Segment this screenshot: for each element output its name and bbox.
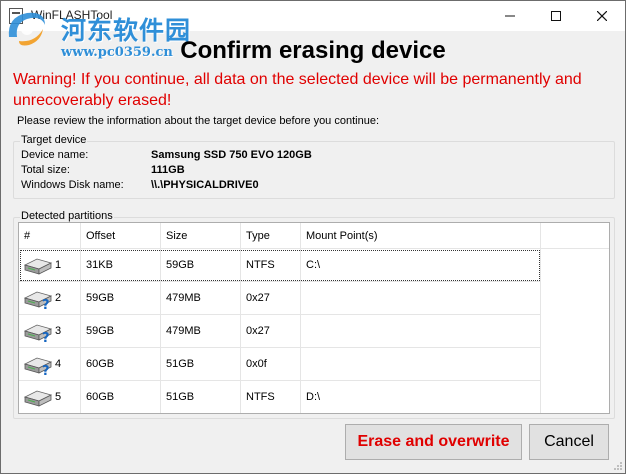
column-header-number[interactable]: # [19,223,81,248]
maximize-icon [551,11,561,21]
disk-name-value: \\.\PHYSICALDRIVE0 [151,179,259,191]
unknown-drive-icon: ? [23,357,53,376]
column-header-offset[interactable]: Offset [81,223,161,248]
device-name-value: Samsung SSD 750 EVO 120GB [151,149,312,161]
svg-text:?: ? [42,331,50,343]
partition-size: 479MB [161,282,241,315]
partition-size: 51GB [161,348,241,381]
column-header-mount-points[interactable]: Mount Point(s) [301,223,541,248]
hard-drive-icon [23,258,53,275]
partition-number-cell: 5 [19,381,81,413]
partition-offset: 60GB [81,381,161,413]
minimize-icon [505,15,515,17]
partition-mount-point: D:\ [301,381,541,413]
device-name-label: Device name: [21,149,89,161]
partition-offset: 59GB [81,282,161,315]
target-device-legend: Target device [20,134,88,146]
total-size-label: Total size: [21,164,70,176]
resize-grip-icon[interactable] [613,461,623,471]
erase-and-overwrite-button[interactable]: Erase and overwrite [345,424,522,460]
instruction-text: Please review the information about the … [17,115,380,127]
partition-offset: 60GB [81,348,161,381]
target-device-group: Target device Device name: Samsung SSD 7… [13,134,615,199]
partitions-list[interactable]: # Offset Size Type Mount Point(s) 1 31KB 5… [18,222,610,414]
partition-size: 59GB [161,249,241,282]
partition-number-cell: ? 3 [19,315,81,348]
cancel-button[interactable]: Cancel [529,424,609,460]
minimize-button[interactable] [487,1,533,31]
partition-row[interactable]: ? 2 59GB 479MB 0x27 [19,282,609,315]
column-header-size[interactable]: Size [161,223,241,248]
partition-number-cell: ? 2 [19,282,81,315]
maximize-button[interactable] [533,1,579,31]
partition-number-cell: ? 4 [19,348,81,381]
partition-offset: 59GB [81,315,161,348]
partitions-list-header: # Offset Size Type Mount Point(s) [19,223,609,249]
detected-partitions-legend: Detected partitions [20,210,114,222]
detected-partitions-group: Detected partitions # Offset Size Type M… [13,210,615,419]
title-bar[interactable]: WinFLASHTool 河东软件园 [1,1,625,46]
partition-mount-point: C:\ [301,249,541,282]
partition-number: 2 [55,292,62,304]
confirm-erase-window: WinFLASHTool 河东软件园 www.pc0359.cn Confirm… [0,0,626,474]
partition-mount-point [301,282,541,315]
column-header-type[interactable]: Type [241,223,301,248]
hard-drive-icon [23,390,53,407]
partition-row[interactable]: ? 4 60GB 51GB 0x0f [19,348,609,381]
partition-row[interactable]: ? 3 59GB 479MB 0x27 [19,315,609,348]
partition-size: 51GB [161,381,241,413]
disk-name-label: Windows Disk name: [21,179,124,191]
total-size-value: 111GB [151,164,185,176]
svg-text:?: ? [42,298,50,310]
partition-mount-point [301,315,541,348]
dialog-heading: Confirm erasing device [180,37,446,64]
warning-text: Warning! If you continue, all data on th… [13,71,582,109]
partition-type: 0x0f [241,348,301,381]
partition-offset: 31KB [81,249,161,282]
partition-size: 479MB [161,315,241,348]
partition-number: 4 [55,358,62,370]
unknown-drive-icon: ? [23,324,53,343]
partition-number-cell: 1 [19,249,81,282]
svg-text:?: ? [42,364,50,376]
partition-row[interactable]: 5 60GB 51GB NTFS D:\ [19,381,609,413]
partition-type: 0x27 [241,282,301,315]
close-icon [597,11,607,21]
partition-type: NTFS [241,249,301,282]
unknown-drive-icon: ? [23,291,53,310]
close-button[interactable] [579,1,625,31]
partition-number: 3 [55,325,62,337]
partition-number: 1 [55,259,62,271]
partition-mount-point [301,348,541,381]
partition-row[interactable]: 1 31KB 59GB NTFS C:\ [19,249,609,282]
partition-type: 0x27 [241,315,301,348]
partition-number: 5 [55,391,62,403]
partition-type: NTFS [241,381,301,413]
